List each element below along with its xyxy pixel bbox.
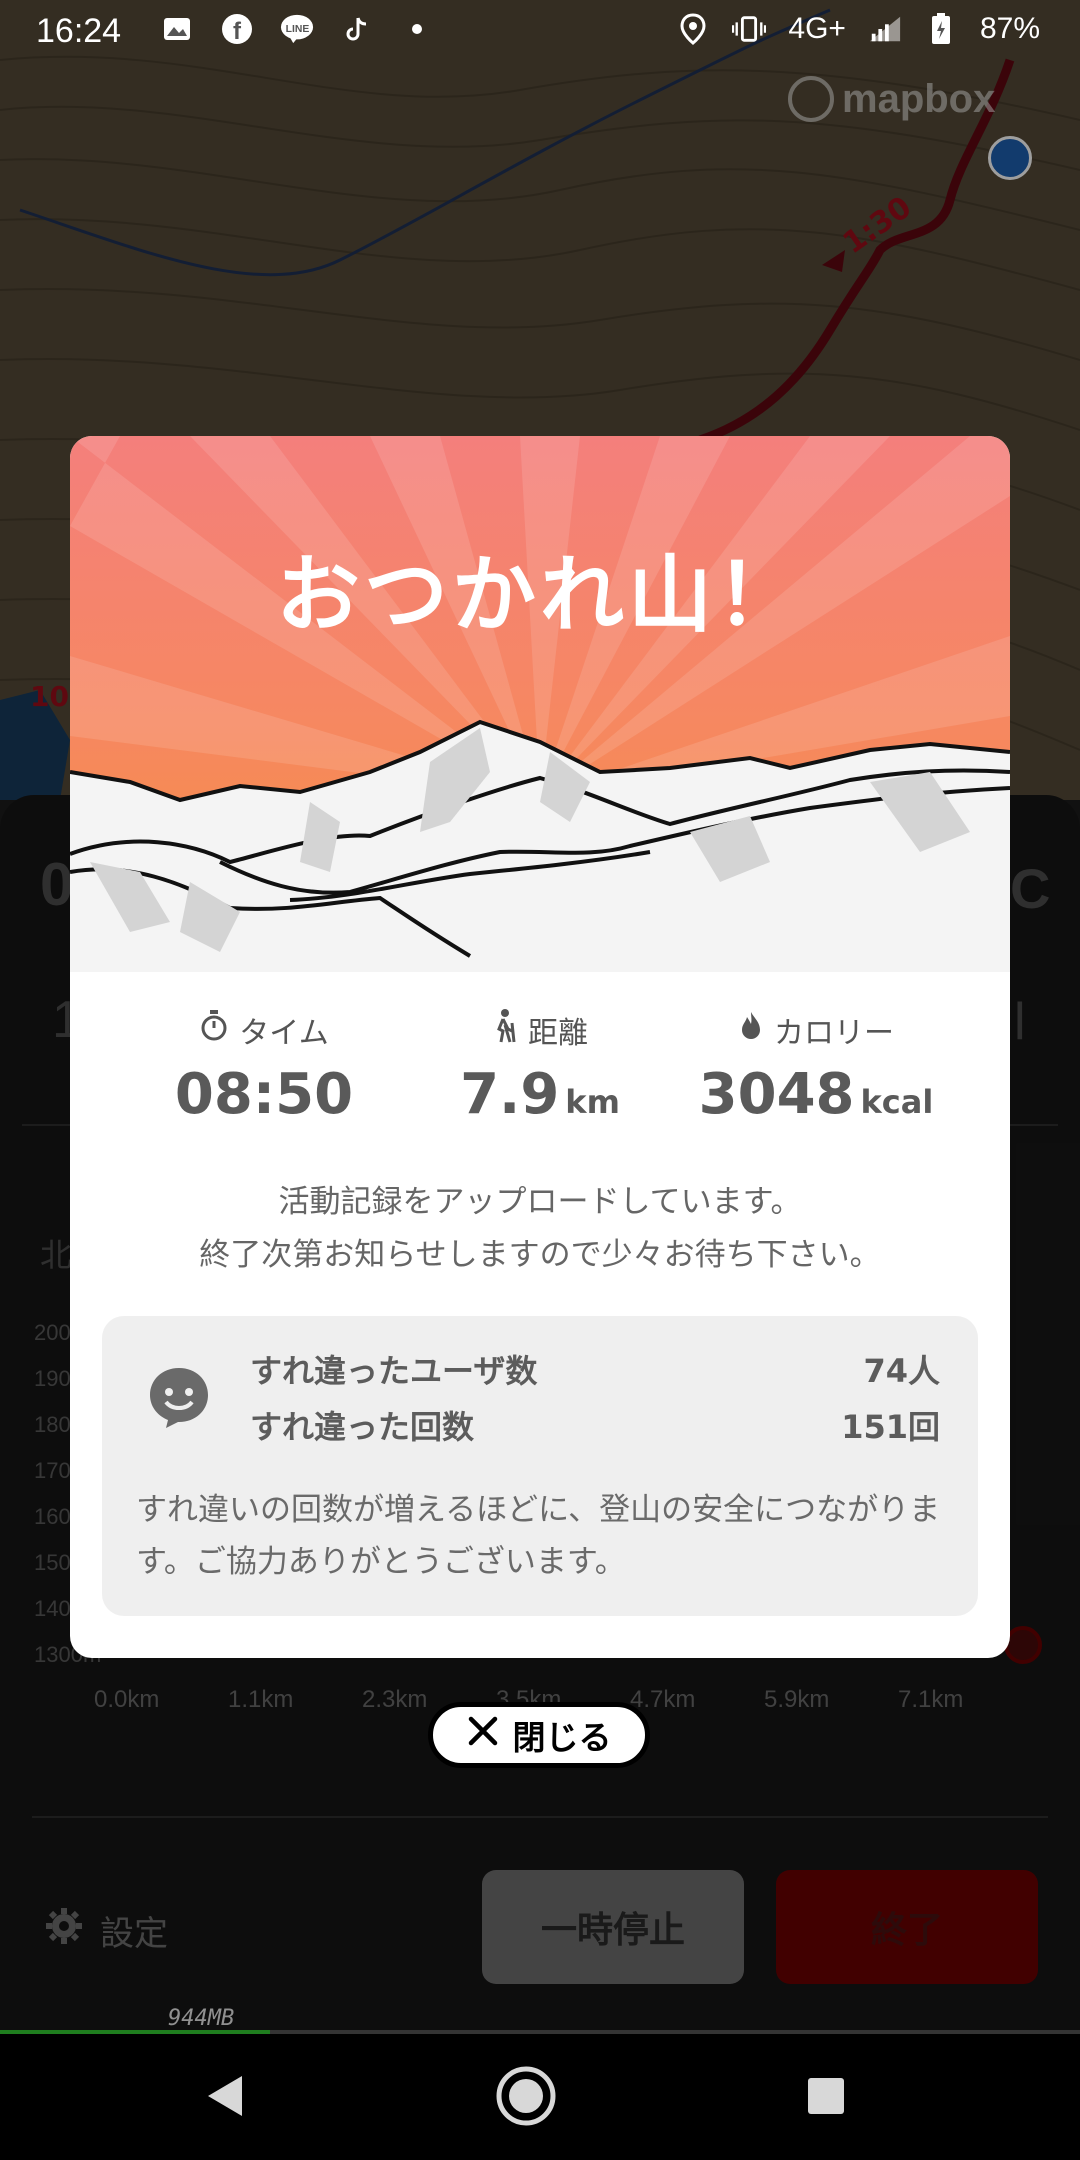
network-type: 4G+	[788, 12, 846, 45]
stat-calories-label: カロリー	[774, 1016, 894, 1051]
location-icon	[676, 12, 710, 46]
vibrate-icon	[732, 12, 767, 46]
svg-text:f: f	[233, 18, 242, 45]
hero-banner: おつかれ山！	[70, 436, 1010, 972]
line-icon: LINE	[280, 12, 314, 46]
stat-distance: 距離 7.9 km	[390, 1008, 690, 1127]
status-bar: 16:24 f LINE 4G+ 87%	[0, 0, 1080, 64]
hiker-icon	[492, 1009, 518, 1051]
upload-message-line: 終了次第お知らせしますので少々お待ち下さい。	[199, 1237, 881, 1273]
passing-users-label: すれ違ったユーザ数	[250, 1352, 538, 1390]
mountain-range-illustration	[70, 719, 1010, 972]
passing-summary-box: すれ違ったユーザ数 74人 すれ違った回数 151回 すれ違いの回数が増えるほど…	[102, 1316, 978, 1616]
battery-percent: 87%	[979, 12, 1040, 45]
stat-distance-label: 距離	[528, 1016, 588, 1051]
back-triangle-icon	[208, 2076, 242, 2116]
flame-icon	[738, 1010, 764, 1050]
recents-square-icon	[808, 2078, 844, 2114]
upload-status-message: 活動記録をアップロードしています。 終了次第お知らせしますので少々お待ち下さい。	[70, 1176, 1010, 1282]
upload-message-line: 活動記録をアップロードしています。	[278, 1184, 802, 1220]
smiley-chat-icon	[146, 1364, 212, 1430]
stat-time-label: タイム	[239, 1016, 329, 1051]
stat-time-value: 08:50	[174, 1062, 354, 1127]
stat-calories-value: 3048	[698, 1062, 855, 1127]
activity-stats: タイム 08:50 距離 7.9 km カロリー 3048 kcal	[70, 1008, 1010, 1148]
close-icon	[467, 1715, 499, 1755]
passing-users-value: 74人	[863, 1352, 940, 1390]
signal-icon	[868, 12, 902, 46]
system-navigation-bar	[0, 2034, 1080, 2160]
close-button-label: 閉じる	[512, 1718, 612, 1757]
home-button[interactable]	[494, 2064, 558, 2128]
dialog-title: おつかれ山！	[275, 546, 804, 644]
facebook-icon: f	[220, 12, 254, 46]
stat-time: タイム 08:50	[114, 1008, 414, 1127]
stopwatch-icon	[199, 1010, 229, 1050]
notification-dot-icon	[400, 12, 434, 46]
passing-users-row: すれ違ったユーザ数 74人	[250, 1346, 940, 1392]
stat-distance-unit: km	[565, 1083, 620, 1121]
recents-button[interactable]	[794, 2064, 858, 2128]
svg-text:LINE: LINE	[286, 24, 310, 35]
close-button[interactable]: 閉じる	[428, 1702, 650, 1768]
passing-count-label: すれ違った回数	[250, 1408, 475, 1446]
stat-calories-unit: kcal	[860, 1083, 934, 1121]
passing-count-row: すれ違った回数 151回	[250, 1402, 940, 1448]
tiktok-icon	[340, 12, 374, 46]
passing-count-value: 151回	[841, 1408, 940, 1446]
gallery-icon	[160, 12, 194, 46]
home-circle-icon	[496, 2066, 556, 2126]
stat-calories: カロリー 3048 kcal	[666, 1008, 966, 1127]
passing-note: すれ違いの回数が増えるほどに、登山の安全につながります。ご協力ありがとうございま…	[136, 1492, 941, 1580]
battery-icon	[924, 12, 958, 46]
clock: 16:24	[36, 12, 122, 50]
stat-distance-value: 7.9	[460, 1062, 560, 1127]
summary-dialog: おつかれ山！ タイム 08:50 距離 7.9 km カロリー 3048 kca…	[70, 436, 1010, 1658]
back-button[interactable]	[194, 2064, 258, 2128]
